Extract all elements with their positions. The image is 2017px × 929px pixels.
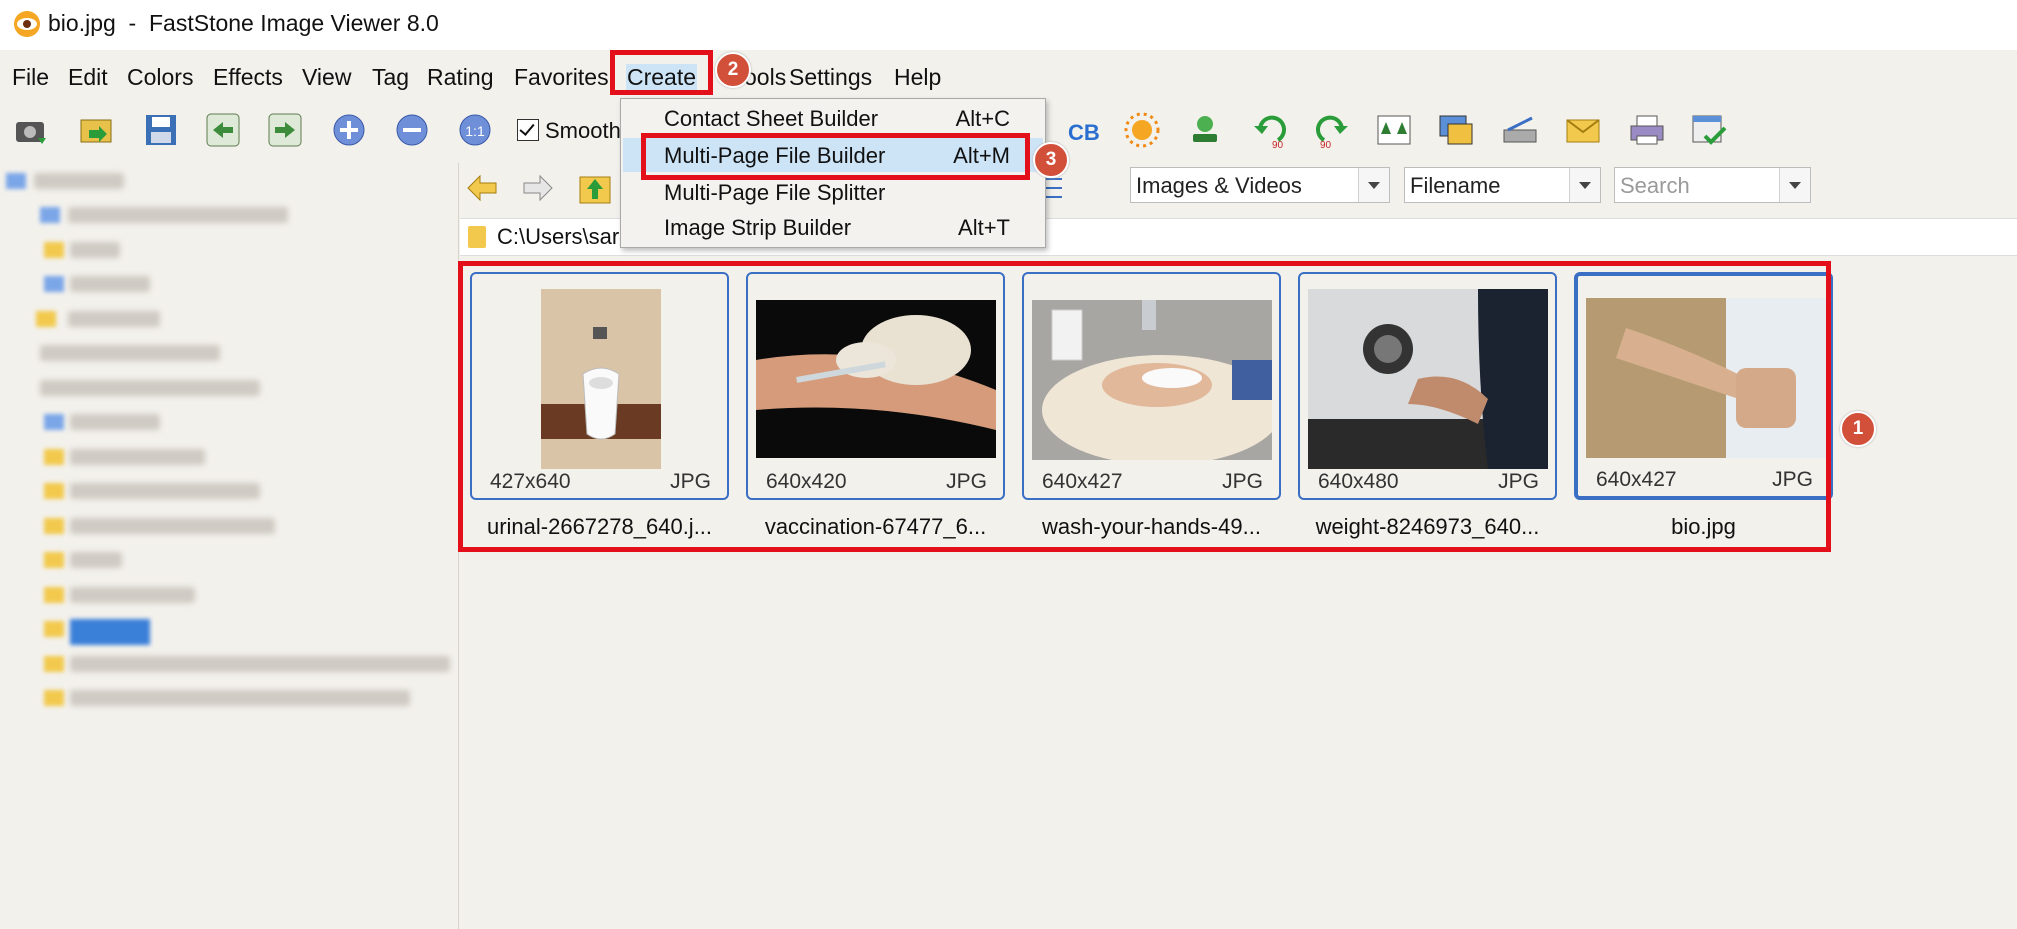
tree-folder-icon [44, 656, 64, 672]
menu-colors[interactable]: Colors [127, 64, 193, 91]
chevron-down-icon[interactable] [1569, 168, 1600, 202]
menu-edit[interactable]: Edit [68, 64, 108, 91]
window-title: bio.jpg - FastStone Image Viewer 8.0 [48, 10, 439, 36]
tree-folder-icon [44, 690, 64, 706]
faststone-eye-icon [14, 11, 40, 37]
save-icon[interactable] [141, 110, 181, 150]
rotate-left-icon[interactable]: 90 [1250, 110, 1290, 150]
sun-brightness-icon[interactable] [1122, 110, 1162, 150]
tree-folder-icon [44, 587, 64, 603]
tree-folder-icon [6, 173, 26, 189]
tree-item-blurred[interactable] [70, 690, 410, 706]
file-type-filter-value: Images & Videos [1136, 173, 1302, 198]
chevron-down-icon[interactable] [1358, 168, 1389, 202]
print-icon[interactable] [1627, 110, 1667, 150]
tree-folder-icon [44, 414, 64, 430]
tree-folder-icon [44, 449, 64, 465]
tree-folder-icon [36, 311, 56, 327]
tree-folder-icon [44, 552, 64, 568]
svg-text:1:1: 1:1 [465, 123, 485, 139]
search-placeholder: Search [1620, 173, 1690, 198]
tree-folder-icon [44, 276, 64, 292]
tree-item-blurred[interactable] [40, 380, 260, 396]
menu-item-shortcut: Alt+C [955, 106, 1010, 131]
menu-help[interactable]: Help [894, 64, 941, 91]
tree-folder-icon [44, 483, 64, 499]
tree-item-blurred[interactable] [70, 483, 260, 499]
tree-item-blurred[interactable] [70, 276, 150, 292]
menu-item-shortcut: Alt+T [958, 215, 1010, 240]
email-icon[interactable] [1563, 110, 1603, 150]
camera-icon[interactable] [12, 110, 52, 150]
title-bar: bio.jpg - FastStone Image Viewer 8.0 [0, 0, 2017, 50]
menu-favorites[interactable]: Favorites [514, 64, 609, 91]
zoom-in-icon[interactable] [329, 110, 369, 150]
tree-folder-icon [44, 242, 64, 258]
tree-item-blurred[interactable] [68, 207, 288, 223]
svg-text:90: 90 [1272, 140, 1284, 150]
previous-image-icon[interactable] [203, 110, 243, 150]
actual-size-icon[interactable]: 1:1 [455, 110, 495, 150]
menu-effects[interactable]: Effects [213, 64, 283, 91]
slideshow-icon[interactable] [1436, 110, 1476, 150]
tree-folder-icon [44, 518, 64, 534]
tree-item-blurred[interactable] [70, 449, 205, 465]
search-box[interactable]: Search [1614, 167, 1811, 203]
settings-check-icon[interactable] [1689, 110, 1729, 150]
tree-item-blurred[interactable] [68, 311, 160, 327]
svg-text:CB: CB [1068, 120, 1100, 145]
step-badge-3: 3 [1033, 142, 1069, 178]
annotation-box-create [610, 50, 713, 95]
menu-item-image-strip-builder[interactable]: Image Strip Builder Alt+T [623, 210, 1043, 244]
menu-item-label: Image Strip Builder [664, 215, 852, 240]
scanner-icon[interactable] [1500, 110, 1540, 150]
annotation-box-thumbnails [458, 261, 1831, 552]
menu-view[interactable]: View [302, 64, 351, 91]
tree-item-blurred[interactable] [70, 552, 122, 568]
menu-item-multi-page-file-splitter[interactable]: Multi-Page File Splitter [623, 175, 1043, 209]
text-cb-icon[interactable]: CB [1064, 110, 1104, 150]
tree-folder-icon [44, 621, 64, 637]
tree-item-blurred[interactable] [40, 345, 220, 361]
back-arrow-icon[interactable] [464, 171, 500, 205]
tree-item-blurred[interactable] [70, 414, 160, 430]
tree-item-blurred[interactable] [70, 656, 450, 672]
rotate-right-icon[interactable]: 90 [1312, 110, 1352, 150]
folder-icon [468, 226, 486, 248]
menu-item-label: Multi-Page File Splitter [664, 180, 886, 205]
tree-item-blurred[interactable] [70, 242, 120, 258]
stamp-icon[interactable] [1185, 110, 1225, 150]
path-text: C:\Users\sar [497, 224, 620, 249]
menu-item-label: Contact Sheet Builder [664, 106, 879, 131]
tree-item-blurred[interactable] [70, 587, 195, 603]
tree-folder-icon [40, 207, 60, 223]
sort-by-value: Filename [1410, 173, 1501, 198]
menu-settings[interactable]: Settings [789, 64, 872, 91]
checkbox-checked-icon [517, 119, 539, 141]
menu-file[interactable]: File [12, 64, 49, 91]
annotation-box-multi-page-builder [641, 133, 1030, 180]
menu-rating[interactable]: Rating [427, 64, 493, 91]
up-folder-icon[interactable] [578, 171, 614, 205]
sort-by-select[interactable]: Filename [1404, 167, 1601, 203]
file-type-filter-select[interactable]: Images & Videos [1130, 167, 1390, 203]
flip-trees-icon[interactable] [1374, 110, 1414, 150]
tree-item-blurred[interactable] [34, 173, 124, 189]
menu-bar: File Edit Colors Effects View Tag Rating… [0, 50, 2017, 96]
menu-tag[interactable]: Tag [372, 64, 409, 91]
step-badge-1: 1 [1840, 411, 1876, 447]
tree-item-blurred[interactable] [70, 518, 275, 534]
folder-tree-pane[interactable] [0, 163, 459, 929]
menu-item-contact-sheet-builder[interactable]: Contact Sheet Builder Alt+C [623, 101, 1043, 135]
smooth-checkbox[interactable]: Smooth [517, 118, 621, 144]
zoom-out-icon[interactable] [392, 110, 432, 150]
svg-text:90: 90 [1320, 140, 1332, 150]
open-folder-icon[interactable] [77, 110, 117, 150]
tree-item-selected[interactable] [70, 619, 150, 645]
chevron-down-icon[interactable] [1779, 168, 1810, 202]
next-image-icon[interactable] [265, 110, 305, 150]
step-badge-2: 2 [715, 52, 751, 88]
forward-arrow-icon[interactable] [520, 171, 556, 205]
smooth-label: Smooth [545, 118, 621, 143]
